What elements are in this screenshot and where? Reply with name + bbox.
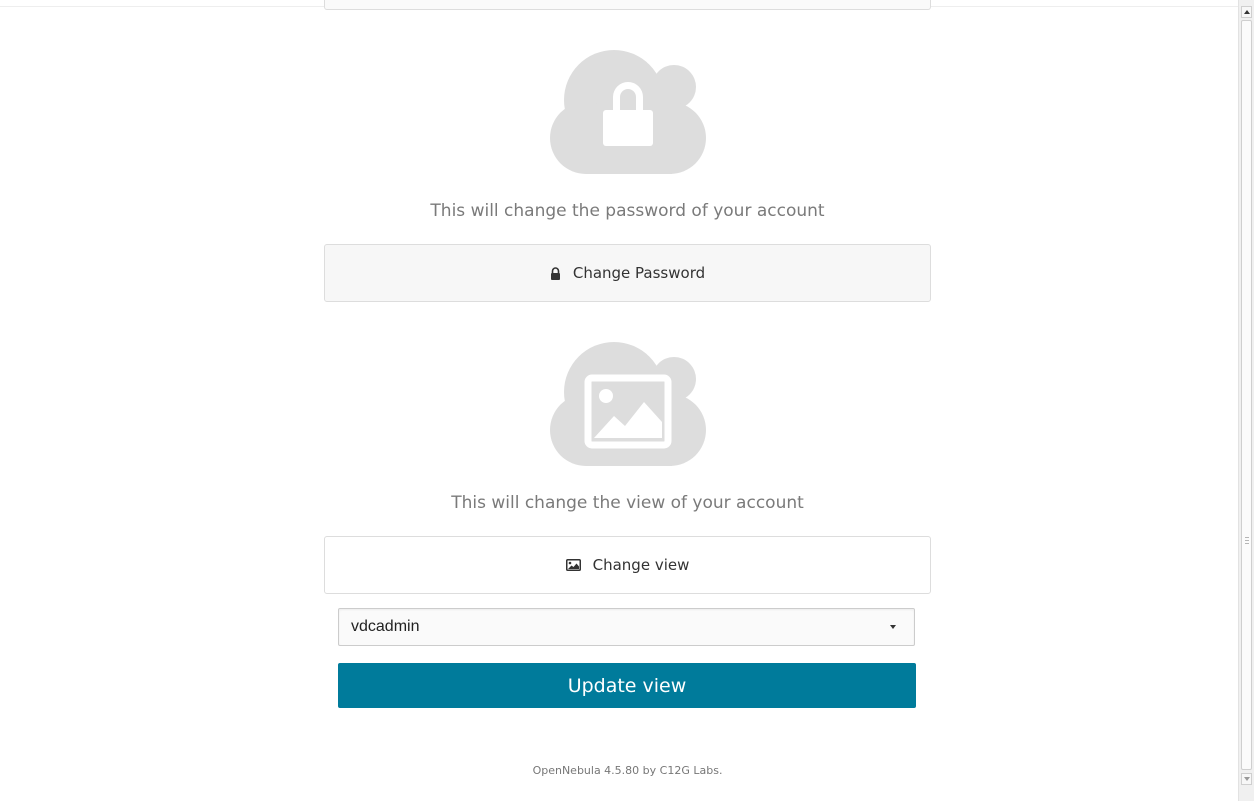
arrow-down-icon xyxy=(1243,777,1250,781)
grip-line xyxy=(1245,540,1249,541)
password-description: This will change the password of your ac… xyxy=(430,201,825,221)
view-select[interactable]: vdcadmin xyxy=(338,608,915,646)
grip-line xyxy=(1245,543,1249,544)
change-password-button[interactable]: Change Password xyxy=(324,244,931,302)
vertical-scrollbar[interactable] xyxy=(1238,0,1254,801)
lock-icon xyxy=(550,266,561,280)
previous-panel-edge xyxy=(324,0,931,10)
change-view-button[interactable]: Change view xyxy=(324,536,931,594)
view-description: This will change the view of your accoun… xyxy=(451,493,804,513)
scroll-down-button[interactable] xyxy=(1241,773,1252,785)
account-settings-page: This will change the password of your ac… xyxy=(0,0,1254,801)
change-password-label: Change Password xyxy=(572,264,706,282)
main-content: This will change the password of your ac… xyxy=(0,0,1238,801)
picture-icon xyxy=(565,559,581,571)
cloud-picture-icon xyxy=(550,342,706,466)
scrollbar-thumb[interactable] xyxy=(1241,20,1252,770)
chevron-down-icon xyxy=(890,625,896,629)
view-select-value: vdcadmin xyxy=(351,618,420,635)
change-view-label: Change view xyxy=(592,556,690,574)
footer-text: OpenNebula 4.5.80 by C12G Labs. xyxy=(532,764,723,777)
cloud-lock-icon xyxy=(550,50,706,174)
grip-line xyxy=(1245,537,1249,538)
arrow-up-icon xyxy=(1243,10,1250,14)
update-view-button[interactable]: Update view xyxy=(338,663,916,708)
scroll-up-button[interactable] xyxy=(1241,6,1252,18)
